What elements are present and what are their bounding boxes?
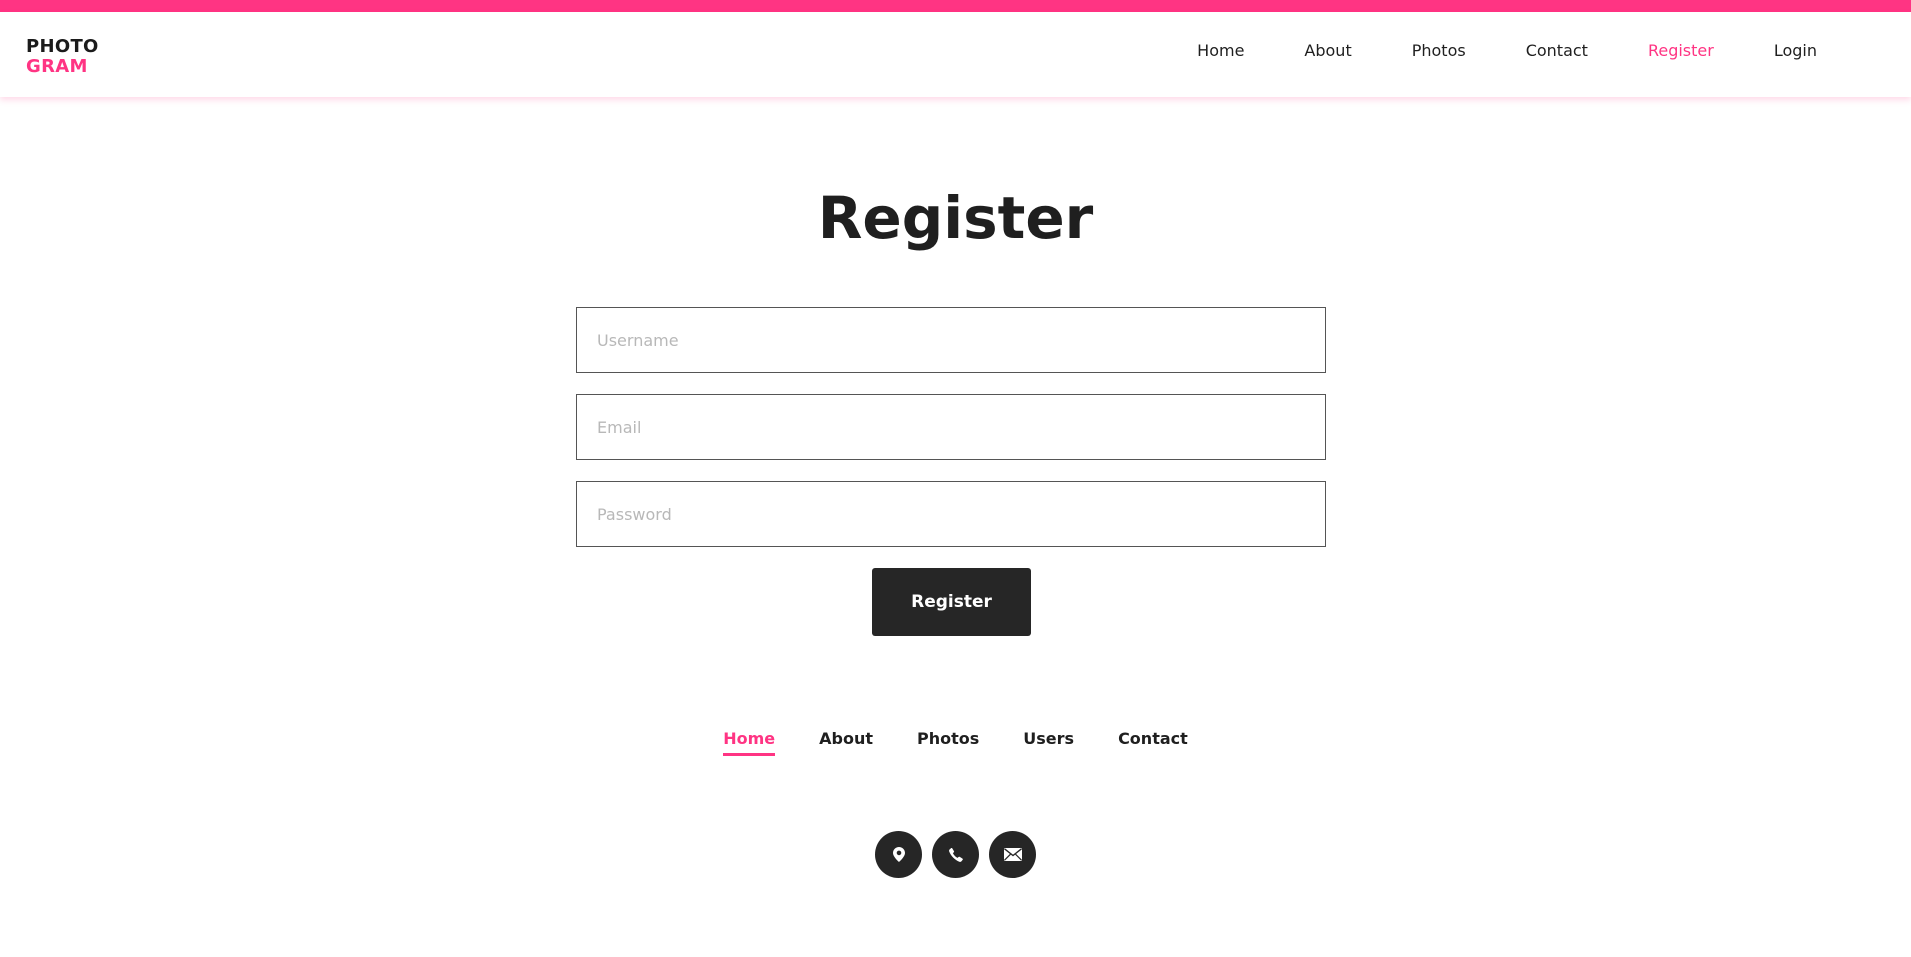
footer-link-users[interactable]: Users <box>1023 728 1074 756</box>
nav-link-home[interactable]: Home <box>1197 40 1244 62</box>
top-accent-stripe <box>0 0 1911 12</box>
footer-nav: Home About Photos Users Contact <box>0 728 1911 756</box>
nav-link-about[interactable]: About <box>1304 40 1351 62</box>
footer-link-contact[interactable]: Contact <box>1118 728 1188 756</box>
main-nav: Home About Photos Contact Register Login <box>1137 40 1817 62</box>
nav-link-register[interactable]: Register <box>1648 40 1714 62</box>
page-title: Register <box>817 184 1094 252</box>
logo-line-gram: GRAM <box>26 56 88 77</box>
logo-line-photo: PHOTO <box>26 36 99 57</box>
envelope-icon <box>1003 848 1022 861</box>
username-input[interactable] <box>576 307 1326 373</box>
password-input[interactable] <box>576 481 1326 547</box>
footer-link-about[interactable]: About <box>819 728 873 756</box>
nav-link-login[interactable]: Login <box>1774 40 1817 62</box>
site-logo[interactable]: PHOTO GRAM <box>26 37 99 77</box>
nav-link-contact[interactable]: Contact <box>1526 40 1588 62</box>
phone-icon <box>948 847 963 862</box>
register-button[interactable]: Register <box>872 568 1031 636</box>
phone-button[interactable] <box>932 831 979 878</box>
location-pin-icon <box>892 847 905 862</box>
social-links <box>0 831 1911 878</box>
site-header: PHOTO GRAM Home About Photos Contact Reg… <box>0 12 1911 97</box>
email-input[interactable] <box>576 394 1326 460</box>
footer-link-photos[interactable]: Photos <box>917 728 979 756</box>
nav-link-photos[interactable]: Photos <box>1412 40 1466 62</box>
footer-link-home[interactable]: Home <box>723 728 776 756</box>
email-button[interactable] <box>989 831 1036 878</box>
location-button[interactable] <box>875 831 922 878</box>
